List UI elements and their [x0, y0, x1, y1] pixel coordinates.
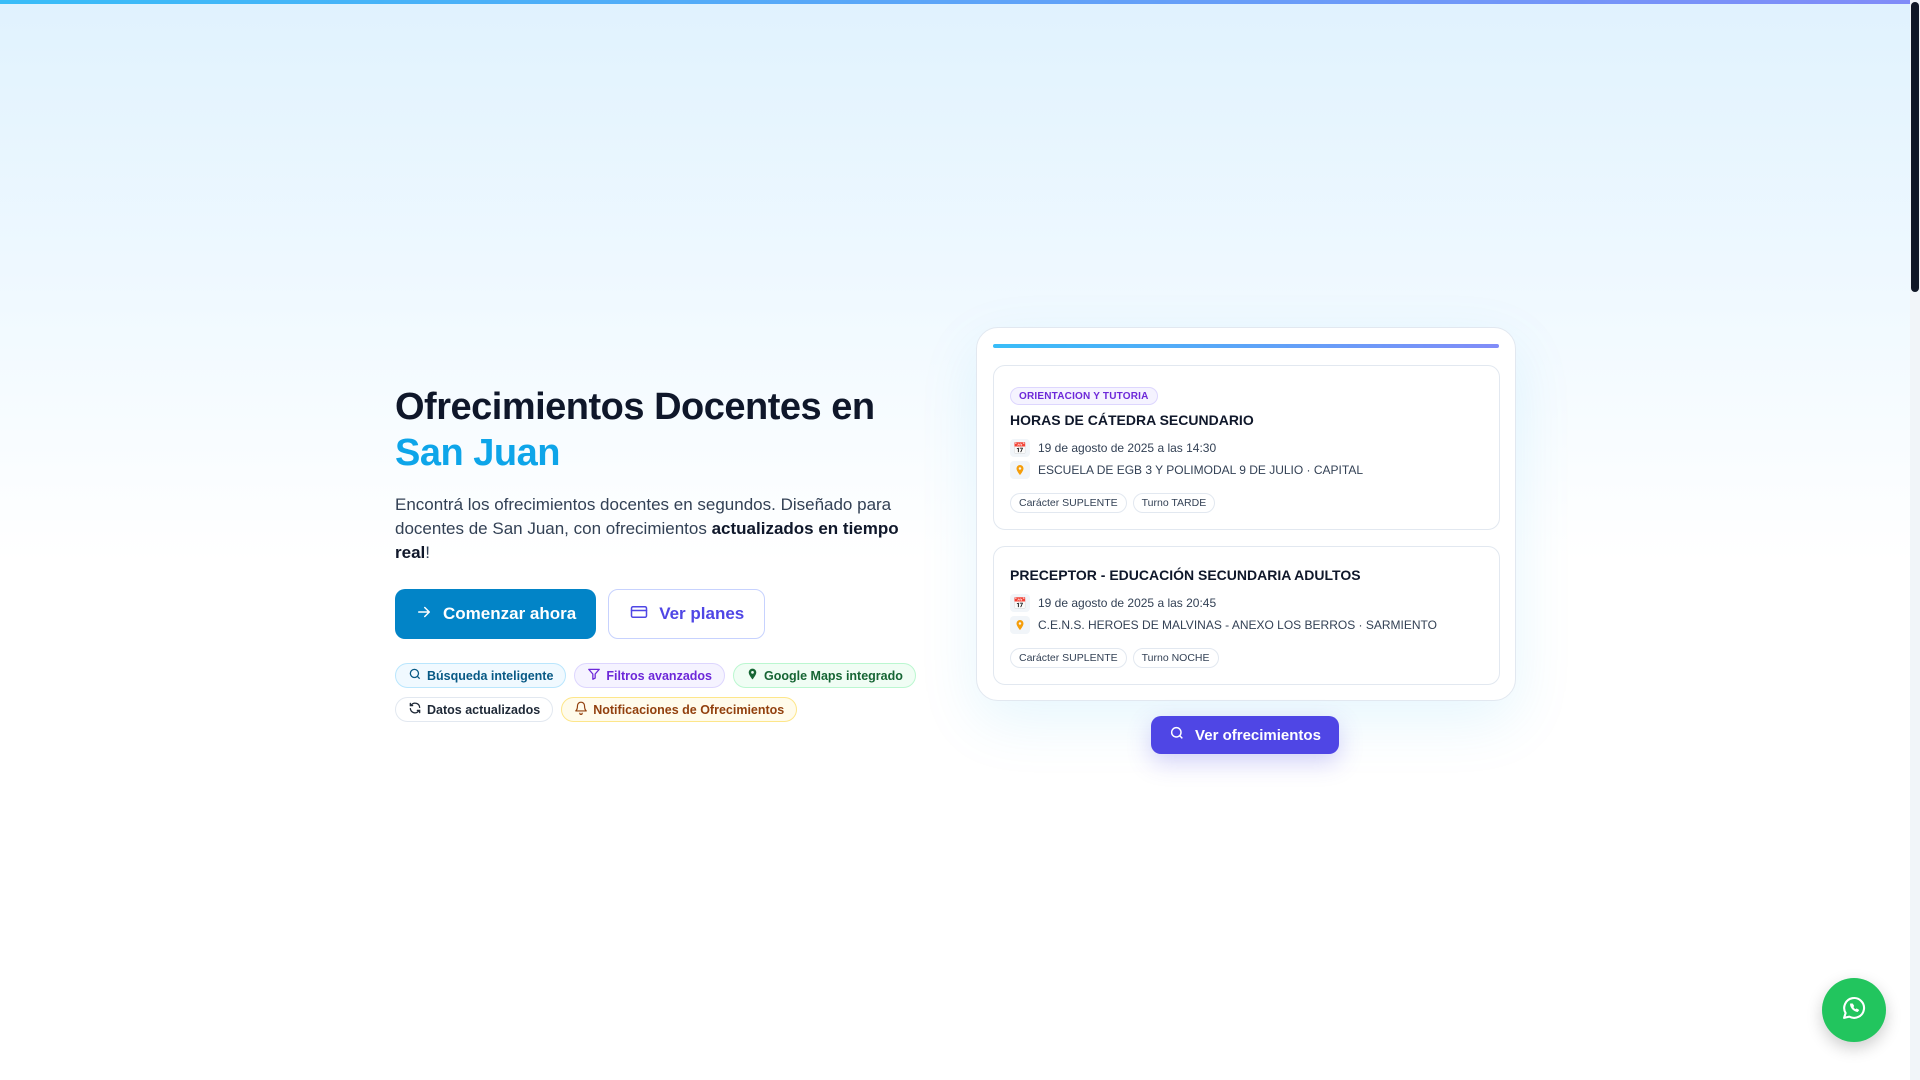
calendar-icon: 📅: [1010, 594, 1030, 612]
view-plans-label: Ver planes: [659, 604, 745, 623]
offer-card[interactable]: PRECEPTOR - EDUCACIÓN SECUNDARIA ADULTOS…: [993, 546, 1500, 685]
feature-chip-label: Filtros avanzados: [606, 668, 712, 683]
hero-title-accent: San Juan: [395, 432, 560, 474]
offer-date-text: 19 de agosto de 2025 a las 20:45: [1038, 596, 1217, 610]
offer-tag: Turno TARDE: [1132, 493, 1216, 513]
cta-row: Comenzar ahora Ver planes: [395, 589, 955, 639]
offer-location: ESCUELA DE EGB 3 Y POLIMODAL 9 DE JULIO …: [1010, 459, 1483, 481]
offers-list[interactable]: ORIENTACION Y TUTORIA HORAS DE CÁTEDRA S…: [993, 365, 1500, 685]
feature-chip-notifications: Notificaciones de Ofrecimientos: [561, 697, 798, 722]
whatsapp-button[interactable]: [1822, 978, 1886, 1042]
scrollbar-thumb[interactable]: [1911, 2, 1919, 292]
offer-date-text: 19 de agosto de 2025 a las 14:30: [1038, 441, 1217, 455]
offer-category-badge: ORIENTACION Y TUTORIA: [1010, 387, 1158, 405]
view-plans-button[interactable]: Ver planes: [608, 589, 766, 639]
hero-title: Ofrecimientos Docentes en San Juan: [395, 384, 955, 476]
feature-chip-label: Datos actualizados: [427, 702, 541, 717]
feature-chip-search: Búsqueda inteligente: [395, 663, 567, 688]
offer-tag: Carácter SUPLENTE: [1010, 493, 1127, 513]
offer-tag: Carácter SUPLENTE: [1010, 648, 1127, 668]
feature-chip-maps: Google Maps integrado: [733, 663, 916, 688]
start-now-button[interactable]: Comenzar ahora: [395, 589, 597, 639]
hero-description-end: !: [425, 543, 430, 562]
location-pin-icon: [1010, 461, 1030, 479]
bell-icon: [574, 701, 588, 718]
offers-preview-panel: ORIENTACION Y TUTORIA HORAS DE CÁTEDRA S…: [976, 327, 1516, 701]
panel-accent-line: [993, 344, 1499, 348]
start-now-label: Comenzar ahora: [443, 604, 577, 623]
hero-section: Ofrecimientos Docentes en San Juan Encon…: [395, 384, 955, 722]
offer-tags: Carácter SUPLENTE Turno TARDE: [1010, 493, 1483, 513]
offer-title: HORAS DE CÁTEDRA SECUNDARIO: [1010, 412, 1254, 428]
feature-chip-updated: Datos actualizados: [395, 697, 554, 722]
hero-title-line: Ofrecimientos Docentes en: [395, 386, 875, 428]
scrollbar[interactable]: [1910, 0, 1920, 1080]
credit-card-icon: [629, 603, 649, 626]
map-pin-icon: [746, 667, 759, 684]
offer-location-text: ESCUELA DE EGB 3 Y POLIMODAL 9 DE JULIO …: [1038, 463, 1364, 477]
offer-date: 📅 19 de agosto de 2025 a las 20:45: [1010, 592, 1483, 614]
calendar-icon: 📅: [1010, 439, 1030, 457]
whatsapp-icon: [1840, 994, 1868, 1027]
view-offers-label: Ver ofrecimientos: [1195, 726, 1321, 744]
view-offers-button[interactable]: Ver ofrecimientos: [1151, 716, 1339, 754]
offer-title: PRECEPTOR - EDUCACIÓN SECUNDARIA ADULTOS: [1010, 567, 1361, 583]
offer-tags: Carácter SUPLENTE Turno NOCHE: [1010, 648, 1483, 668]
search-icon: [408, 667, 422, 684]
location-pin-icon: [1010, 616, 1030, 634]
feature-chip-filters: Filtros avanzados: [574, 663, 725, 688]
search-icon: [1169, 725, 1185, 745]
feature-chip-label: Búsqueda inteligente: [427, 668, 554, 683]
offer-card[interactable]: ORIENTACION Y TUTORIA HORAS DE CÁTEDRA S…: [993, 365, 1500, 530]
offer-date: 📅 19 de agosto de 2025 a las 14:30: [1010, 437, 1483, 459]
hero-description: Encontrá los ofrecimientos docentes en s…: [395, 493, 935, 565]
feature-chip-label: Google Maps integrado: [764, 668, 903, 683]
filter-icon: [587, 667, 601, 684]
feature-chips: Búsqueda inteligente Filtros avanzados G…: [395, 663, 935, 722]
offer-location: C.E.N.S. HEROES DE MALVINAS - ANEXO LOS …: [1010, 614, 1483, 636]
feature-chip-label: Notificaciones de Ofrecimientos: [593, 702, 785, 717]
top-progress-bar: [0, 0, 1910, 4]
offer-location-text: C.E.N.S. HEROES DE MALVINAS - ANEXO LOS …: [1038, 618, 1437, 632]
offer-tag: Turno NOCHE: [1132, 648, 1219, 668]
arrow-right-icon: [415, 603, 433, 626]
refresh-icon: [408, 701, 422, 718]
